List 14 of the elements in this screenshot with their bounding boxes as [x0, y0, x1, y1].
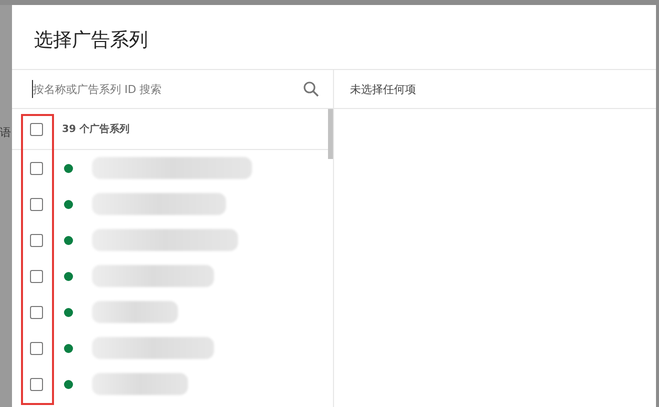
empty-selection-text: 未选择任何项 [350, 82, 416, 96]
row-checkbox[interactable] [30, 306, 43, 318]
background-text: 语 [0, 125, 11, 140]
campaign-count: 39 个广告系列 [62, 122, 130, 136]
row-checkbox[interactable] [30, 378, 43, 390]
search-icon [303, 81, 319, 97]
scrollbar[interactable] [328, 109, 333, 159]
row-checkbox[interactable] [30, 342, 43, 354]
row-checkbox[interactable] [30, 234, 43, 246]
select-all-checkbox[interactable] [30, 122, 43, 136]
row-checkbox[interactable] [30, 162, 43, 174]
row-checkbox[interactable] [30, 198, 43, 210]
dialog-title: 选择广告系列 [12, 5, 656, 70]
row-checkbox[interactable] [30, 270, 43, 282]
